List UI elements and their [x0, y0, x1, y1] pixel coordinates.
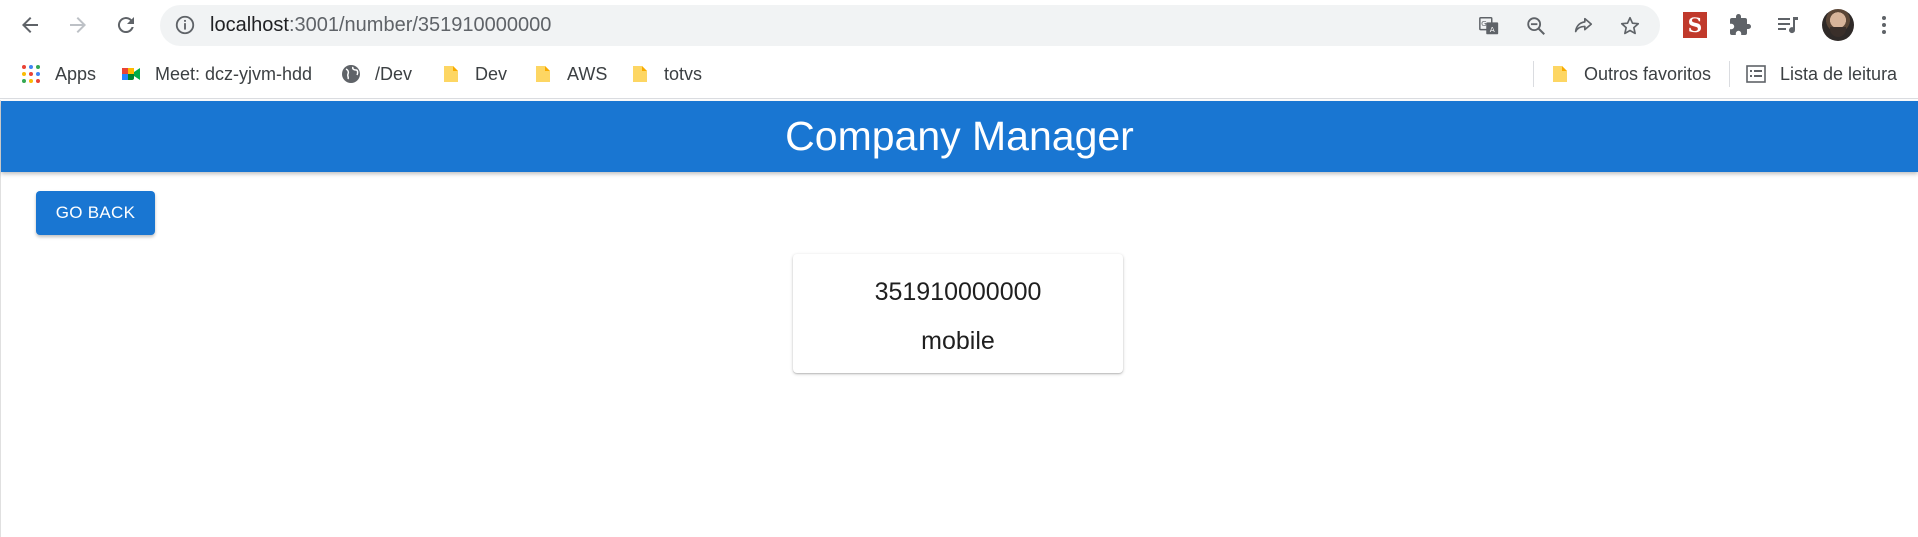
folder-icon: [1550, 64, 1570, 84]
meet-icon: [121, 64, 141, 84]
phone-type: mobile: [921, 327, 995, 355]
address-bar[interactable]: localhost:3001/number/351910000000 AG: [160, 5, 1660, 46]
bookmarks-bar: Apps Meet: dcz-yjvm-hdd /Dev Dev AWS tot…: [0, 51, 1918, 99]
app-bar: Company Manager: [1, 101, 1918, 172]
svg-text:A: A: [1490, 25, 1495, 34]
bookmark-divider: [1729, 61, 1730, 87]
avatar[interactable]: [1822, 9, 1854, 41]
number-card: 351910000000 mobile: [793, 254, 1123, 373]
bookmark-other-favorites[interactable]: Outros favoritos: [1550, 51, 1711, 97]
go-back-button[interactable]: GO BACK: [36, 191, 155, 235]
bookmark-divider: [1533, 61, 1534, 87]
bookmark-dev-link[interactable]: /Dev: [341, 51, 412, 97]
zoom-out-icon[interactable]: [1523, 13, 1549, 39]
bookmark-apps-label: Apps: [55, 63, 97, 84]
url-path: :3001/number/351910000000: [288, 14, 552, 36]
extension-s-icon[interactable]: S: [1683, 12, 1707, 38]
bookmark-folder-aws-label: AWS: [567, 63, 608, 84]
bookmark-folder-aws[interactable]: AWS: [533, 51, 607, 97]
puzzle-icon[interactable]: [1724, 9, 1756, 41]
bookmark-folder-totvs-label: totvs: [664, 63, 703, 84]
globe-icon: [341, 64, 361, 84]
bookmark-folder-totvs[interactable]: totvs: [630, 51, 702, 97]
translate-icon[interactable]: AG: [1476, 13, 1502, 39]
forward-arrow-icon[interactable]: [59, 6, 97, 44]
back-arrow-icon[interactable]: [11, 6, 49, 44]
bookmark-meet-label: Meet: dcz-yjvm-hdd: [155, 63, 313, 84]
folder-icon: [533, 64, 553, 84]
app-title: Company Manager: [785, 113, 1134, 159]
star-icon[interactable]: [1617, 13, 1643, 39]
bookmark-folder-dev[interactable]: Dev: [441, 51, 507, 97]
bookmark-folder-dev-label: Dev: [475, 63, 508, 84]
media-queue-icon[interactable]: [1772, 9, 1804, 41]
more-vert-icon[interactable]: [1868, 9, 1900, 41]
bookmark-other-favorites-label: Outros favoritos: [1584, 63, 1712, 84]
share-icon[interactable]: [1570, 13, 1596, 39]
reload-icon[interactable]: [107, 6, 145, 44]
reading-list-label: Lista de leitura: [1780, 63, 1898, 84]
phone-number: 351910000000: [874, 278, 1042, 306]
bookmark-meet[interactable]: Meet: dcz-yjvm-hdd: [121, 51, 312, 97]
url-text[interactable]: localhost:3001/number/351910000000: [210, 5, 551, 46]
folder-icon: [630, 64, 650, 84]
browser-toolbar: localhost:3001/number/351910000000 AG S: [0, 0, 1918, 51]
info-icon[interactable]: [174, 14, 196, 36]
reading-list-icon: [1746, 64, 1766, 84]
bookmark-apps[interactable]: Apps: [21, 51, 96, 97]
folder-icon: [441, 64, 461, 84]
url-host: localhost: [210, 14, 289, 36]
reading-list[interactable]: Lista de leitura: [1746, 51, 1897, 97]
bookmark-dev-link-label: /Dev: [375, 63, 413, 84]
svg-text:G: G: [1481, 19, 1487, 28]
apps-grid-icon: [21, 64, 41, 84]
